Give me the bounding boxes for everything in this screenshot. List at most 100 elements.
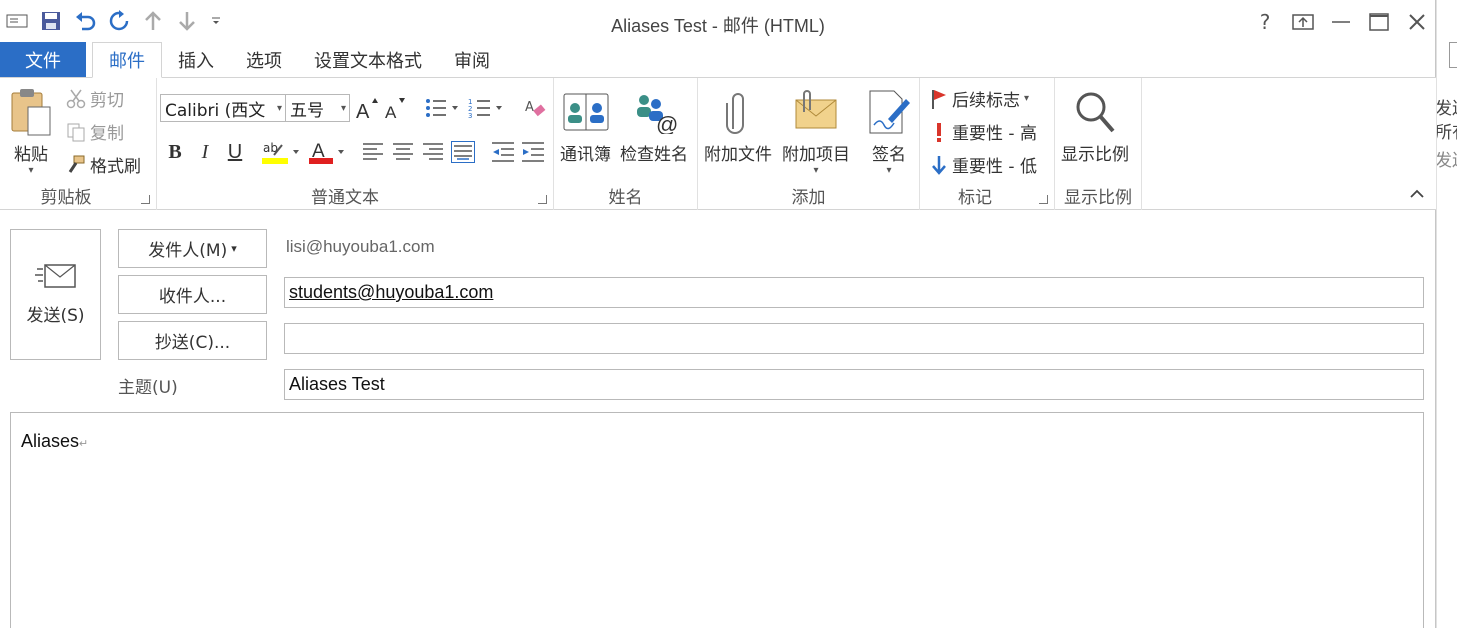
numbering-button[interactable]: 123 [467, 94, 505, 122]
attach-item-icon [792, 84, 840, 140]
underline-button[interactable]: U [221, 138, 249, 166]
align-left-button[interactable] [359, 138, 387, 166]
grow-font-button[interactable]: A [353, 94, 381, 122]
maximize-icon [1369, 13, 1389, 31]
group-include: 附加文件 附加项目 ▾ 签名 ▾ 添加 [698, 78, 920, 210]
from-address: lisi@huyouba1.com [286, 237, 435, 256]
group-zoom: 显示比例 显示比例 [1055, 78, 1142, 210]
send-button[interactable]: 发送(S) [10, 229, 101, 360]
svg-text:3: 3 [468, 112, 472, 119]
tags-launcher-icon[interactable] [1039, 195, 1048, 204]
shrink-font-button[interactable]: A [381, 94, 409, 122]
clear-formatting-button[interactable]: A [521, 94, 549, 122]
tab-message[interactable]: 邮件 [92, 42, 162, 78]
follow-up-button[interactable]: 后续标志 ▾ [930, 86, 1029, 111]
copy-icon [67, 123, 85, 141]
ribbon-display-options-button[interactable] [1284, 6, 1322, 38]
low-importance-button[interactable]: 重要性 - 低 [930, 152, 1037, 177]
paperclip-icon [723, 84, 753, 140]
high-importance-label: 重要性 - 高 [952, 124, 1037, 144]
align-center-icon [393, 143, 413, 160]
zoom-button[interactable]: 显示比例 [1061, 84, 1129, 165]
names-group-label: 姓名 [608, 188, 643, 208]
collapse-ribbon-icon[interactable] [1410, 187, 1424, 203]
help-button[interactable]: ? [1246, 6, 1284, 38]
italic-label: I [201, 140, 209, 163]
cut-label: 剪切 [90, 91, 124, 111]
check-names-button[interactable]: @ 检查姓名 [620, 84, 688, 165]
font-size-dropdown-icon: ▾ [340, 102, 346, 114]
highlight-button[interactable]: ab [259, 138, 303, 166]
align-right-icon [423, 143, 443, 160]
font-name-combo[interactable]: Calibri (西文 ▾ [160, 94, 286, 122]
send-envelope-icon [34, 264, 76, 288]
to-recipient[interactable]: students@huyouba1.com [289, 282, 493, 303]
paragraph-mark-icon: ↵ [79, 438, 89, 450]
increase-indent-icon [522, 142, 544, 162]
signature-label: 签名 [872, 145, 906, 165]
bold-button[interactable]: B [161, 138, 189, 166]
cc-button-label: 抄送(C)... [154, 333, 231, 353]
bullets-button[interactable] [423, 94, 461, 122]
subject-field[interactable]: Aliases Test [284, 369, 1424, 400]
align-left-icon [363, 143, 383, 160]
decrease-indent-icon [492, 142, 514, 162]
address-book-button[interactable]: 通讯簿 [560, 84, 611, 165]
format-painter-button[interactable]: 格式刷 [66, 152, 141, 177]
tab-file[interactable]: 文件 [0, 42, 86, 77]
attach-item-button[interactable]: 附加项目 ▾ [782, 84, 850, 176]
font-color-button[interactable]: A [306, 138, 350, 166]
close-button[interactable] [1398, 6, 1436, 38]
minimize-icon [1332, 21, 1350, 23]
increase-indent-button[interactable] [519, 138, 547, 166]
justify-icon [451, 141, 475, 163]
format-painter-label: 格式刷 [90, 157, 141, 177]
cut-button[interactable]: 剪切 [66, 86, 124, 111]
high-importance-button[interactable]: 重要性 - 高 [930, 119, 1037, 144]
ribbon-display-options-icon [1292, 14, 1314, 30]
maximize-button[interactable] [1360, 6, 1398, 38]
italic-button[interactable]: I [191, 138, 219, 166]
from-dropdown-icon: ▾ [231, 242, 237, 255]
body-text: Aliases↵ [21, 431, 88, 452]
cc-field[interactable] [284, 323, 1424, 354]
message-body[interactable]: Aliases↵ [10, 412, 1424, 628]
close-icon [1409, 14, 1425, 30]
tab-options[interactable]: 选项 [230, 42, 298, 77]
attach-item-label: 附加项目 [782, 145, 850, 165]
window-title: Aliases Test - 邮件 (HTML) [611, 16, 825, 36]
signature-button[interactable]: 签名 ▾ [866, 84, 912, 176]
align-center-button[interactable] [389, 138, 417, 166]
bold-label: B [168, 140, 182, 163]
outlook-compose-window: Aliases Test - 邮件 (HTML) ? 文件 邮件 插入 选项 设… [0, 0, 1436, 628]
to-button[interactable]: 收件人... [118, 275, 267, 314]
cc-button[interactable]: 抄送(C)... [118, 321, 267, 360]
tab-insert[interactable]: 插入 [162, 42, 230, 77]
svg-text:A: A [356, 101, 370, 120]
basic-text-launcher-icon[interactable] [538, 195, 547, 204]
group-clipboard: 粘贴 ▾ 剪切 复制 格式刷 剪贴板 [0, 78, 157, 210]
align-right-button[interactable] [419, 138, 447, 166]
title-bar: Aliases Test - 邮件 (HTML) ? [0, 0, 1436, 42]
to-field[interactable]: students@huyouba1.com [284, 277, 1424, 308]
tab-format-text[interactable]: 设置文本格式 [298, 42, 438, 77]
numbering-icon: 123 [468, 98, 502, 119]
ribbon: 粘贴 ▾ 剪切 复制 格式刷 剪贴板 Calibri (西文 ▾ 五号 ▾ A … [0, 78, 1436, 210]
copy-button[interactable]: 复制 [66, 119, 124, 144]
clipboard-launcher-icon[interactable] [141, 195, 150, 204]
font-name-value: Calibri (西文 [165, 100, 266, 121]
decrease-indent-button[interactable] [489, 138, 517, 166]
attach-file-button[interactable]: 附加文件 [704, 84, 772, 165]
background-text-3: 发送 [1436, 151, 1457, 171]
basic-text-group-label: 普通文本 [311, 188, 379, 208]
down-arrow-icon [932, 155, 946, 175]
svg-text:A: A [525, 100, 534, 115]
font-size-value: 五号 [290, 100, 324, 121]
paste-button[interactable]: 粘贴 ▾ [8, 84, 54, 176]
minimize-button[interactable] [1322, 6, 1360, 38]
svg-text:A: A [385, 103, 397, 120]
from-button[interactable]: 发件人(M) ▾ [118, 229, 267, 268]
font-size-combo[interactable]: 五号 ▾ [285, 94, 350, 122]
justify-button[interactable] [449, 138, 477, 166]
tab-review[interactable]: 审阅 [438, 42, 506, 77]
